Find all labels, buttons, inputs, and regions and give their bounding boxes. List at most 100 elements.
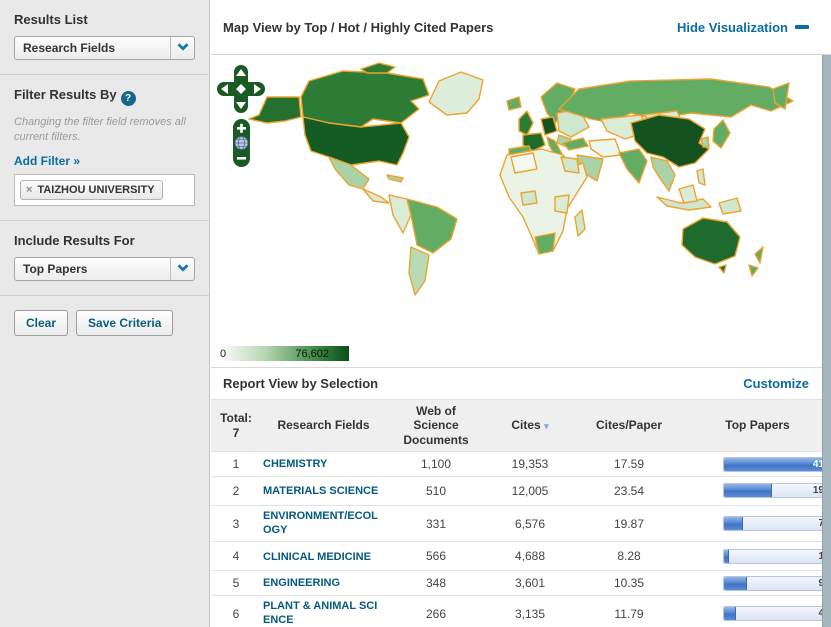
cites-per-paper-value: 23.54 xyxy=(574,476,684,505)
legend-min-value: 0 xyxy=(220,348,226,360)
filter-tag-text: TAIZHOU UNIVERSITY xyxy=(37,184,154,196)
row-rank: 2 xyxy=(211,476,261,505)
cites-value: 12,005 xyxy=(486,476,574,505)
chevron-down-icon xyxy=(170,258,194,280)
country-india xyxy=(619,149,647,183)
cites-value: 6,576 xyxy=(486,505,574,542)
docs-value: 348 xyxy=(386,571,486,596)
cites-per-paper-value: 11.79 xyxy=(574,596,684,627)
field-link[interactable]: CLINICAL MEDICINE xyxy=(263,551,371,565)
cites-per-paper-value: 19.87 xyxy=(574,505,684,542)
esi-app: Results List Research Fields Filter Resu… xyxy=(0,0,831,627)
filter-panel: Filter Results By? Changing the filter f… xyxy=(0,75,209,221)
country-uk xyxy=(519,111,533,135)
top-papers-bar: 1 xyxy=(723,549,827,564)
cites-value: 4,688 xyxy=(486,542,574,571)
cites-per-paper-value: 10.35 xyxy=(574,571,684,596)
country-brazil xyxy=(407,199,457,253)
legend-max-value: 76,602 xyxy=(295,348,329,360)
cites-per-paper-header: Cites/Paper xyxy=(574,400,684,452)
cites-value: 3,601 xyxy=(486,571,574,596)
field-link[interactable]: ENGINEERING xyxy=(263,577,340,591)
include-results-select[interactable]: Top Papers xyxy=(14,257,195,281)
table-row: 1CHEMISTRY1,10019,35317.5941 xyxy=(211,452,831,477)
total-header: Total: 7 xyxy=(211,400,261,452)
top-papers-bar: 19 xyxy=(723,483,827,498)
cites-per-paper-value: 17.59 xyxy=(574,452,684,477)
hide-visualization-link[interactable]: Hide Visualization xyxy=(677,20,809,35)
report-view-header: Report View by Selection Customize xyxy=(211,368,831,400)
country-japan xyxy=(713,120,730,148)
country-canada xyxy=(301,71,429,127)
chevron-down-icon xyxy=(170,37,194,59)
vertical-scrollbar[interactable] xyxy=(822,55,831,627)
choropleth-map-svg xyxy=(211,57,823,347)
map-zoom-control[interactable] xyxy=(233,119,250,167)
results-list-label: Results List xyxy=(14,12,195,27)
docs-value: 510 xyxy=(386,476,486,505)
minus-icon xyxy=(795,25,809,29)
results-list-panel: Results List Research Fields xyxy=(0,0,209,75)
field-link[interactable]: ENVIRONMENT/ECOLOGY xyxy=(263,510,384,538)
country-greenland xyxy=(429,72,483,115)
zoom-out-icon xyxy=(237,157,246,160)
row-rank: 5 xyxy=(211,571,261,596)
docs-value: 1,100 xyxy=(386,452,486,477)
world-map[interactable]: 0 76,602 xyxy=(211,55,831,368)
map-legend: 0 76,602 xyxy=(218,346,349,361)
help-icon[interactable]: ? xyxy=(121,91,136,106)
docs-value: 331 xyxy=(386,505,486,542)
main-content: Map View by Top / Hot / Highly Cited Pap… xyxy=(211,0,831,627)
report-view-title: Report View by Selection xyxy=(223,376,378,391)
top-papers-header: Top Papers xyxy=(684,400,831,452)
filter-box: × TAIZHOU UNIVERSITY xyxy=(14,174,195,206)
cites-per-paper-value: 8.28 xyxy=(574,542,684,571)
table-row: 3ENVIRONMENT/ECOLOGY3316,57619.87 7 xyxy=(211,505,831,542)
report-table-body: 1CHEMISTRY1,10019,35317.59412MATERIALS S… xyxy=(211,452,831,627)
docs-value: 266 xyxy=(386,596,486,627)
table-header-row: Total: 7 Research Fields Web of Science … xyxy=(211,400,831,452)
top-papers-bar: 4 xyxy=(723,606,827,621)
row-rank: 3 xyxy=(211,505,261,542)
actions-panel: Clear Save Criteria xyxy=(0,296,209,350)
include-results-panel: Include Results For Top Papers xyxy=(0,221,209,296)
report-table: Total: 7 Research Fields Web of Science … xyxy=(211,400,831,627)
country-alaska xyxy=(249,97,301,123)
map-view-title: Map View by Top / Hot / Highly Cited Pap… xyxy=(223,20,493,35)
globe-icon xyxy=(235,137,248,150)
docs-value: 566 xyxy=(386,542,486,571)
table-row: 5ENGINEERING3483,60110.359 xyxy=(211,571,831,596)
sort-descending-icon: ▾ xyxy=(544,421,549,431)
field-link[interactable]: CHEMISTRY xyxy=(263,458,327,472)
filter-tag[interactable]: × TAIZHOU UNIVERSITY xyxy=(20,180,163,200)
clear-button[interactable]: Clear xyxy=(14,310,68,336)
cites-value: 3,135 xyxy=(486,596,574,627)
remove-filter-icon[interactable]: × xyxy=(26,184,32,196)
sidebar: Results List Research Fields Filter Resu… xyxy=(0,0,210,627)
filter-note: Changing the filter field removes all cu… xyxy=(14,115,195,145)
results-list-select[interactable]: Research Fields xyxy=(14,36,195,60)
cites-value: 19,353 xyxy=(486,452,574,477)
filter-label: Filter Results By? xyxy=(14,87,195,106)
country-argentina xyxy=(409,247,429,295)
results-list-selected: Research Fields xyxy=(15,41,170,55)
cites-sort-header[interactable]: Cites ▾ xyxy=(486,400,574,452)
table-row: 6PLANT & ANIMAL SCIENCE2663,13511.79 4 xyxy=(211,596,831,627)
add-filter-link[interactable]: Add Filter » xyxy=(14,154,80,168)
include-results-label: Include Results For xyxy=(14,233,195,248)
customize-link[interactable]: Customize xyxy=(743,376,809,391)
save-criteria-button[interactable]: Save Criteria xyxy=(76,310,173,336)
research-fields-header: Research Fields xyxy=(261,400,386,452)
table-row: 2MATERIALS SCIENCE 51012,00523.54 19 xyxy=(211,476,831,505)
row-rank: 6 xyxy=(211,596,261,627)
top-papers-bar: 7 xyxy=(723,516,827,531)
docs-header: Web of Science Documents xyxy=(386,400,486,452)
field-link[interactable]: PLANT & ANIMAL SCIENCE xyxy=(263,600,384,627)
field-link[interactable]: MATERIALS SCIENCE xyxy=(263,485,378,499)
include-results-selected: Top Papers xyxy=(15,262,170,276)
map-view-header: Map View by Top / Hot / Highly Cited Pap… xyxy=(211,0,831,55)
table-row: 4CLINICAL MEDICINE5664,6888.281 xyxy=(211,542,831,571)
row-rank: 1 xyxy=(211,452,261,477)
map-pan-control[interactable] xyxy=(217,65,265,113)
country-australia xyxy=(682,218,740,264)
